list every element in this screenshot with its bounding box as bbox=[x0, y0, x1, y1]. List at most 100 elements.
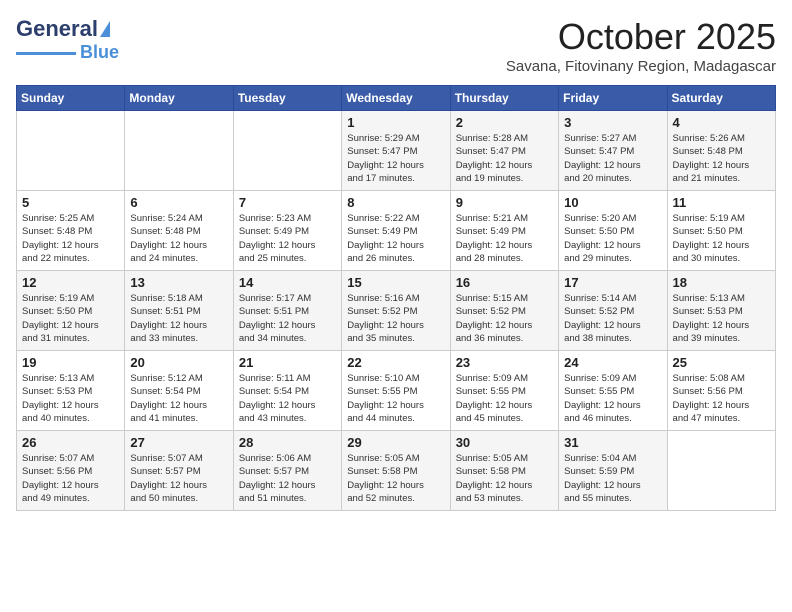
calendar-cell: 5Sunrise: 5:25 AM Sunset: 5:48 PM Daylig… bbox=[17, 191, 125, 271]
logo-triangle-icon bbox=[100, 21, 110, 37]
day-header-thursday: Thursday bbox=[450, 86, 558, 111]
location-subtitle: Savana, Fitovinany Region, Madagascar bbox=[506, 58, 776, 75]
calendar-cell: 6Sunrise: 5:24 AM Sunset: 5:48 PM Daylig… bbox=[125, 191, 233, 271]
day-info: Sunrise: 5:19 AM Sunset: 5:50 PM Dayligh… bbox=[673, 212, 770, 265]
calendar-cell: 16 Sunrise: 5:15 AM Sunset: 5:52 PM Dayli… bbox=[450, 271, 558, 351]
day-number: 2 bbox=[456, 115, 553, 130]
calendar-cell: 11 Sunrise: 5:19 AM Sunset: 5:50 PM Dayli… bbox=[667, 191, 775, 271]
day-number: 15 bbox=[347, 275, 444, 290]
day-number: 31 bbox=[564, 435, 661, 450]
day-number: 10 bbox=[564, 195, 661, 210]
day-number: 27 bbox=[130, 435, 227, 450]
calendar-cell: 8Sunrise: 5:22 AM Sunset: 5:49 PM Daylig… bbox=[342, 191, 450, 271]
day-number: 14 bbox=[239, 275, 336, 290]
calendar-week-2: 5Sunrise: 5:25 AM Sunset: 5:48 PM Daylig… bbox=[17, 191, 776, 271]
day-number: 28 bbox=[239, 435, 336, 450]
day-header-monday: Monday bbox=[125, 86, 233, 111]
calendar-body: 1Sunrise: 5:29 AM Sunset: 5:47 PM Daylig… bbox=[17, 111, 776, 511]
day-info: Sunrise: 5:15 AM Sunset: 5:52 PM Dayligh… bbox=[456, 292, 553, 345]
calendar-week-3: 12 Sunrise: 5:19 AM Sunset: 5:50 PM Dayli… bbox=[17, 271, 776, 351]
day-number: 8 bbox=[347, 195, 444, 210]
day-number: 4 bbox=[673, 115, 770, 130]
calendar-cell: 24 Sunrise: 5:09 AM Sunset: 5:55 PM Dayli… bbox=[559, 351, 667, 431]
calendar-cell: 7Sunrise: 5:23 AM Sunset: 5:49 PM Daylig… bbox=[233, 191, 341, 271]
day-info: Sunrise: 5:04 AM Sunset: 5:59 PM Dayligh… bbox=[564, 452, 661, 505]
day-header-tuesday: Tuesday bbox=[233, 86, 341, 111]
day-info: Sunrise: 5:13 AM Sunset: 5:53 PM Dayligh… bbox=[22, 372, 119, 425]
month-title: October 2025 bbox=[506, 16, 776, 58]
day-number: 21 bbox=[239, 355, 336, 370]
logo-blue-line bbox=[16, 52, 76, 55]
calendar-header-row: SundayMondayTuesdayWednesdayThursdayFrid… bbox=[17, 86, 776, 111]
calendar-cell: 19 Sunrise: 5:13 AM Sunset: 5:53 PM Dayli… bbox=[17, 351, 125, 431]
day-info: Sunrise: 5:06 AM Sunset: 5:57 PM Dayligh… bbox=[239, 452, 336, 505]
calendar-cell: 22 Sunrise: 5:10 AM Sunset: 5:55 PM Dayli… bbox=[342, 351, 450, 431]
calendar-cell: 29 Sunrise: 5:05 AM Sunset: 5:58 PM Dayli… bbox=[342, 431, 450, 511]
day-info: Sunrise: 5:10 AM Sunset: 5:55 PM Dayligh… bbox=[347, 372, 444, 425]
calendar-cell: 2 Sunrise: 5:28 AM Sunset: 5:47 PM Daylig… bbox=[450, 111, 558, 191]
day-number: 29 bbox=[347, 435, 444, 450]
calendar-cell: 9Sunrise: 5:21 AM Sunset: 5:49 PM Daylig… bbox=[450, 191, 558, 271]
day-info: Sunrise: 5:05 AM Sunset: 5:58 PM Dayligh… bbox=[456, 452, 553, 505]
day-number: 17 bbox=[564, 275, 661, 290]
calendar-cell: 21 Sunrise: 5:11 AM Sunset: 5:54 PM Dayli… bbox=[233, 351, 341, 431]
day-header-sunday: Sunday bbox=[17, 86, 125, 111]
calendar-cell bbox=[17, 111, 125, 191]
calendar-cell: 20Sunrise: 5:12 AM Sunset: 5:54 PM Dayli… bbox=[125, 351, 233, 431]
day-number: 11 bbox=[673, 195, 770, 210]
calendar-cell: 17 Sunrise: 5:14 AM Sunset: 5:52 PM Dayli… bbox=[559, 271, 667, 351]
day-number: 13 bbox=[130, 275, 227, 290]
calendar-cell: 26Sunrise: 5:07 AM Sunset: 5:56 PM Dayli… bbox=[17, 431, 125, 511]
logo-general: General bbox=[16, 16, 98, 42]
calendar-cell: 3 Sunrise: 5:27 AM Sunset: 5:47 PM Daylig… bbox=[559, 111, 667, 191]
day-number: 6 bbox=[130, 195, 227, 210]
day-info: Sunrise: 5:19 AM Sunset: 5:50 PM Dayligh… bbox=[22, 292, 119, 345]
day-number: 30 bbox=[456, 435, 553, 450]
day-number: 1 bbox=[347, 115, 444, 130]
day-info: Sunrise: 5:18 AM Sunset: 5:51 PM Dayligh… bbox=[130, 292, 227, 345]
day-number: 12 bbox=[22, 275, 119, 290]
calendar-cell: 23Sunrise: 5:09 AM Sunset: 5:55 PM Dayli… bbox=[450, 351, 558, 431]
day-info: Sunrise: 5:26 AM Sunset: 5:48 PM Dayligh… bbox=[673, 132, 770, 185]
calendar-cell: 31 Sunrise: 5:04 AM Sunset: 5:59 PM Dayli… bbox=[559, 431, 667, 511]
day-info: Sunrise: 5:07 AM Sunset: 5:57 PM Dayligh… bbox=[130, 452, 227, 505]
title-block: October 2025 Savana, Fitovinany Region, … bbox=[506, 16, 776, 75]
calendar-cell bbox=[125, 111, 233, 191]
calendar-cell: 10 Sunrise: 5:20 AM Sunset: 5:50 PM Dayli… bbox=[559, 191, 667, 271]
day-info: Sunrise: 5:09 AM Sunset: 5:55 PM Dayligh… bbox=[564, 372, 661, 425]
day-info: Sunrise: 5:28 AM Sunset: 5:47 PM Dayligh… bbox=[456, 132, 553, 185]
calendar-week-1: 1Sunrise: 5:29 AM Sunset: 5:47 PM Daylig… bbox=[17, 111, 776, 191]
day-info: Sunrise: 5:27 AM Sunset: 5:47 PM Dayligh… bbox=[564, 132, 661, 185]
logo: General Blue bbox=[16, 16, 119, 63]
day-info: Sunrise: 5:20 AM Sunset: 5:50 PM Dayligh… bbox=[564, 212, 661, 265]
day-number: 24 bbox=[564, 355, 661, 370]
calendar-cell: 28 Sunrise: 5:06 AM Sunset: 5:57 PM Dayli… bbox=[233, 431, 341, 511]
day-info: Sunrise: 5:13 AM Sunset: 5:53 PM Dayligh… bbox=[673, 292, 770, 345]
day-info: Sunrise: 5:14 AM Sunset: 5:52 PM Dayligh… bbox=[564, 292, 661, 345]
day-number: 19 bbox=[22, 355, 119, 370]
calendar-cell: 4 Sunrise: 5:26 AM Sunset: 5:48 PM Daylig… bbox=[667, 111, 775, 191]
calendar-cell: 1Sunrise: 5:29 AM Sunset: 5:47 PM Daylig… bbox=[342, 111, 450, 191]
calendar-cell: 18Sunrise: 5:13 AM Sunset: 5:53 PM Dayli… bbox=[667, 271, 775, 351]
day-number: 16 bbox=[456, 275, 553, 290]
day-info: Sunrise: 5:07 AM Sunset: 5:56 PM Dayligh… bbox=[22, 452, 119, 505]
calendar-week-5: 26Sunrise: 5:07 AM Sunset: 5:56 PM Dayli… bbox=[17, 431, 776, 511]
day-number: 3 bbox=[564, 115, 661, 130]
day-info: Sunrise: 5:05 AM Sunset: 5:58 PM Dayligh… bbox=[347, 452, 444, 505]
day-number: 9 bbox=[456, 195, 553, 210]
day-number: 5 bbox=[22, 195, 119, 210]
calendar-cell: 15 Sunrise: 5:16 AM Sunset: 5:52 PM Dayli… bbox=[342, 271, 450, 351]
calendar-cell: 25Sunrise: 5:08 AM Sunset: 5:56 PM Dayli… bbox=[667, 351, 775, 431]
calendar-cell: 13 Sunrise: 5:18 AM Sunset: 5:51 PM Dayli… bbox=[125, 271, 233, 351]
day-info: Sunrise: 5:16 AM Sunset: 5:52 PM Dayligh… bbox=[347, 292, 444, 345]
day-number: 22 bbox=[347, 355, 444, 370]
day-header-friday: Friday bbox=[559, 86, 667, 111]
day-header-saturday: Saturday bbox=[667, 86, 775, 111]
calendar-cell: 27 Sunrise: 5:07 AM Sunset: 5:57 PM Dayli… bbox=[125, 431, 233, 511]
day-info: Sunrise: 5:11 AM Sunset: 5:54 PM Dayligh… bbox=[239, 372, 336, 425]
calendar-cell: 14Sunrise: 5:17 AM Sunset: 5:51 PM Dayli… bbox=[233, 271, 341, 351]
calendar-cell: 12 Sunrise: 5:19 AM Sunset: 5:50 PM Dayli… bbox=[17, 271, 125, 351]
day-number: 23 bbox=[456, 355, 553, 370]
page-header: General Blue October 2025 Savana, Fitovi… bbox=[16, 16, 776, 75]
day-number: 20 bbox=[130, 355, 227, 370]
